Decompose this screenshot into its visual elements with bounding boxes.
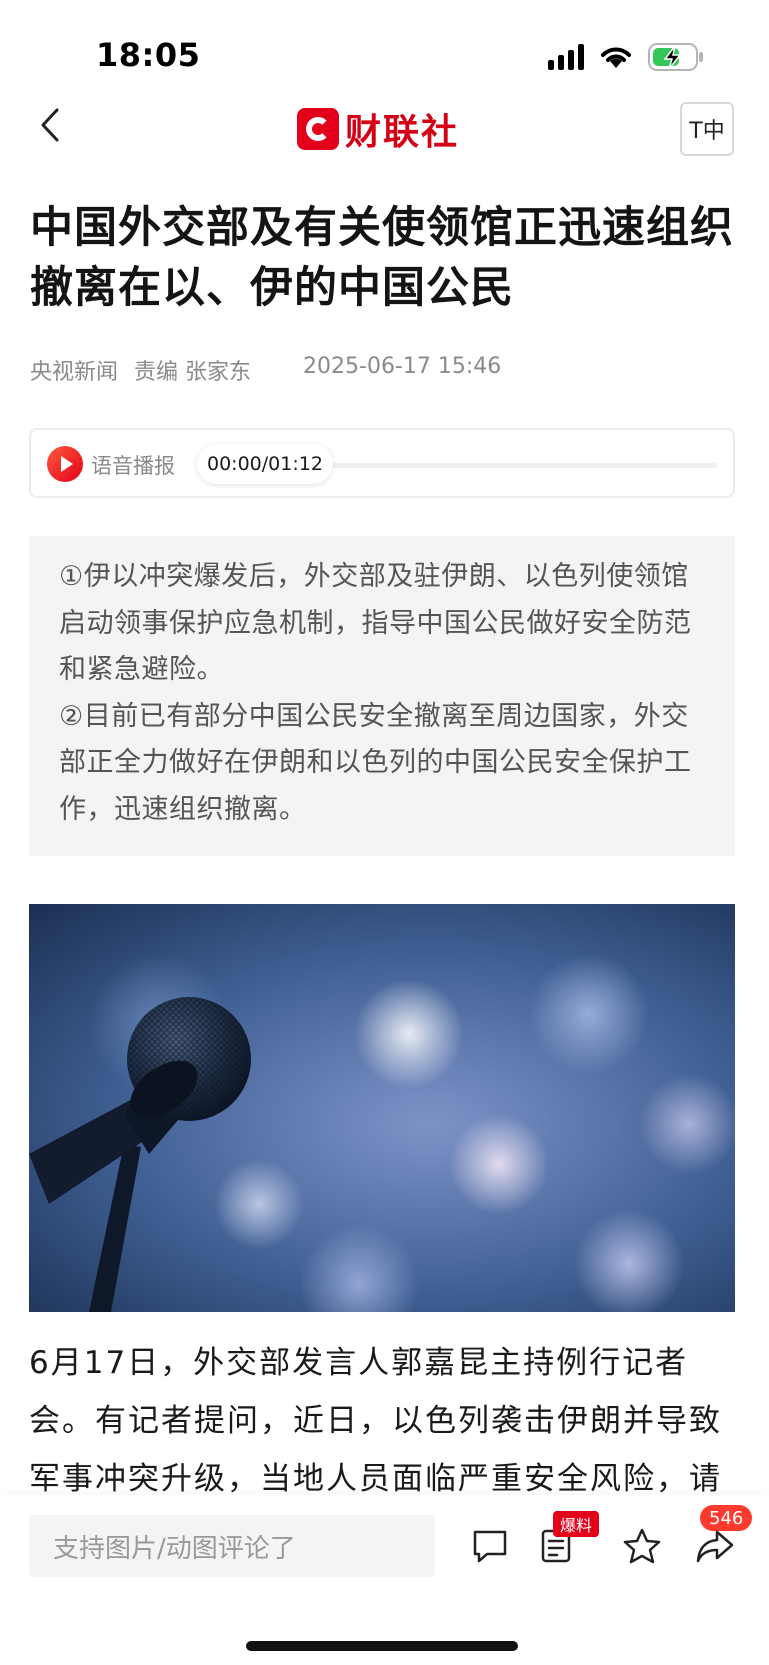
chevron-left-icon [41, 108, 59, 142]
audio-time-handle[interactable]: 00:00/01:12 [197, 444, 333, 484]
audio-player: 语音播报 00:00/01:12 [29, 428, 735, 498]
article-datetime: 2025-06-17 15:46 [303, 354, 502, 379]
share-icon [696, 1530, 734, 1563]
comment-button[interactable] [465, 1521, 515, 1571]
brand-logo: 财联社 [297, 106, 460, 153]
back-button[interactable] [30, 100, 70, 150]
article-editor: 责编 张家东 [134, 360, 252, 385]
signal-icon [548, 44, 584, 70]
home-indicator[interactable] [246, 1641, 518, 1651]
summary-point-2: ②目前已有部分中国公民安全撤离至周边国家，外交部正全力做好在伊朗和以色列的中国公… [59, 700, 692, 825]
article-image[interactable] [29, 904, 735, 1312]
microphone-illustration [29, 997, 251, 1312]
article-body: 6月17日，外交部发言人郭嘉昆主持例行记者会。有记者提问，近日，以色列袭击伊朗并… [29, 1345, 722, 1497]
status-bar: 18:05 [0, 0, 769, 100]
comment-input[interactable]: 支持图片/动图评论了 [29, 1515, 435, 1577]
report-badge: 爆料 [553, 1511, 600, 1537]
article-title: 中国外交部及有关使领馆正迅速组织撤离在以、伊的中国公民 [30, 203, 734, 313]
share-count-badge: 546 [700, 1505, 753, 1531]
summary-point-1: ①伊以冲突爆发后，外交部及驻伊朗、以色列使领馆启动领事保护应急机制，指导中国公民… [59, 561, 692, 685]
wifi-icon [601, 47, 631, 68]
summary-box: ①伊以冲突爆发后，外交部及驻伊朗、以色列使领馆启动领事保护应急机制，指导中国公民… [29, 536, 735, 856]
audio-label: 语音播报 [91, 454, 175, 478]
brand-mark-icon [297, 108, 339, 150]
play-icon[interactable] [47, 446, 83, 482]
favorite-button[interactable] [617, 1521, 667, 1571]
article-meta: 央视新闻 责编 张家东 2025-06-17 15:46 [30, 354, 501, 386]
font-size-button[interactable]: T中 [680, 102, 734, 156]
battery-charging-icon [648, 43, 703, 71]
star-icon [623, 1528, 661, 1564]
status-time: 18:05 [96, 36, 201, 74]
comment-icon [473, 1530, 507, 1563]
bottom-action-bar: 支持图片/动图评论了 爆料 546 [0, 1495, 769, 1665]
article-source: 央视新闻 [30, 360, 119, 385]
brand-name: 财联社 [345, 112, 460, 153]
